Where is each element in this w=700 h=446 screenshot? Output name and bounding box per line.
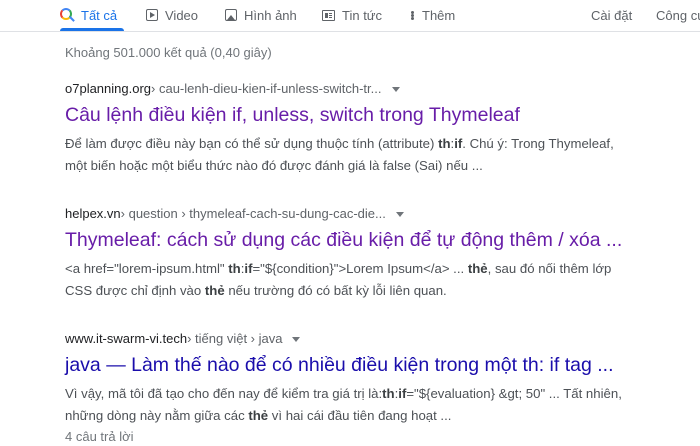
result-options-dropdown[interactable] bbox=[391, 86, 400, 92]
result-title-link[interactable]: Thymeleaf: cách sử dụng các điều kiện để… bbox=[65, 227, 700, 253]
result-path: › cau-lenh-dieu-kien-if-unless-switch-tr… bbox=[151, 81, 382, 96]
tab-all-label: Tất cả bbox=[81, 7, 118, 23]
tab-more-label: Thêm bbox=[422, 7, 456, 23]
tab-tools-label: Công cụ bbox=[656, 7, 700, 23]
image-icon bbox=[225, 9, 237, 21]
search-tab-bar: Tất cả Video Hình ảnh Tin tức Thêm Cài đ… bbox=[0, 0, 700, 32]
result-options-dropdown[interactable] bbox=[395, 211, 404, 217]
search-result: helpex.vn › question › thymeleaf-cach-su… bbox=[65, 205, 700, 302]
result-site: helpex.vn bbox=[65, 206, 121, 221]
snippet-highlight: th bbox=[438, 136, 451, 151]
tab-news-label: Tin tức bbox=[342, 7, 383, 23]
result-snippet: Vì vậy, mã tôi đã tạo cho đến nay để kiể… bbox=[65, 383, 700, 427]
result-site: www.it-swarm-vi.tech bbox=[65, 331, 188, 346]
snippet-line: một biến hoặc một biểu thức nào đó được … bbox=[65, 158, 483, 173]
tab-all[interactable]: Tất cả bbox=[60, 0, 124, 31]
more-vert-icon bbox=[411, 10, 415, 20]
result-title-link[interactable]: java — Làm thế nào để có nhiều điều kiện… bbox=[65, 352, 700, 378]
snippet-text: , sau đó nối thêm lớp bbox=[487, 261, 612, 276]
tab-more[interactable]: Thêm bbox=[411, 0, 455, 30]
result-site: o7planning.org bbox=[65, 81, 152, 96]
snippet-text: . Chú ý: Trong Thymeleaf, bbox=[462, 136, 614, 151]
snippet-highlight: th bbox=[228, 261, 241, 276]
tab-settings[interactable]: Cài đặt bbox=[591, 0, 632, 30]
snippet-text: CSS được chỉ định vào bbox=[65, 283, 205, 298]
snippet-text: Để làm được điều này bạn có thể sử dụng … bbox=[65, 136, 439, 151]
snippet-text: những dòng này nằm giữa các bbox=[65, 408, 249, 423]
tab-tools[interactable]: Công cụ bbox=[656, 0, 700, 30]
search-icon bbox=[60, 8, 75, 22]
result-path: › question › thymeleaf-cach-su-dung-cac-… bbox=[120, 206, 386, 221]
newspaper-icon bbox=[322, 9, 335, 21]
result-snippet: Để làm được điều này bạn có thể sử dụng … bbox=[65, 133, 700, 177]
result-url[interactable]: o7planning.org › cau-lenh-dieu-kien-if-u… bbox=[65, 80, 700, 98]
snippet-text: ="${condition}">Lorem Ipsum</a> ... bbox=[252, 261, 468, 276]
tab-images[interactable]: Hình ảnh bbox=[225, 0, 297, 30]
tab-video[interactable]: Video bbox=[146, 0, 198, 30]
snippet-text: Vì vậy, mã tôi đã tạo cho đến nay để kiể… bbox=[65, 386, 383, 401]
result-options-dropdown[interactable] bbox=[292, 336, 301, 342]
snippet-text: <a href="lorem-ipsum.html" bbox=[65, 261, 229, 276]
result-snippet: <a href="lorem-ipsum.html" th:if="${cond… bbox=[65, 258, 700, 302]
result-stats: Khoảng 501.000 kết quả (0,40 giây) bbox=[65, 45, 272, 60]
tab-images-label: Hình ảnh bbox=[244, 7, 297, 23]
snippet-highlight: thẻ bbox=[204, 283, 225, 298]
answer-count[interactable]: 4 câu trả lời bbox=[65, 428, 700, 446]
result-title-link[interactable]: Câu lệnh điều kiện if, unless, switch tr… bbox=[65, 102, 700, 128]
snippet-text: vì hai cái đầu tiên đang hoạt ... bbox=[268, 408, 452, 423]
tab-settings-label: Cài đặt bbox=[591, 7, 633, 23]
snippet-text: nếu trường đó có bất kỳ lỗi liên quan. bbox=[224, 283, 447, 298]
result-path: › tiếng việt › java bbox=[187, 331, 283, 346]
snippet-highlight: thẻ bbox=[467, 261, 488, 276]
result-url[interactable]: www.it-swarm-vi.tech › tiếng việt › java bbox=[65, 330, 700, 348]
snippet-text: ="${evaluation} &gt; 50" ... Tất nhiên, bbox=[406, 386, 622, 401]
snippet-highlight: thẻ bbox=[248, 408, 269, 423]
search-result: www.it-swarm-vi.tech › tiếng việt › java… bbox=[65, 330, 700, 446]
search-result: o7planning.org › cau-lenh-dieu-kien-if-u… bbox=[65, 80, 700, 177]
result-url[interactable]: helpex.vn › question › thymeleaf-cach-su… bbox=[65, 205, 700, 223]
search-results-page: Tất cả Video Hình ảnh Tin tức Thêm Cài đ… bbox=[0, 0, 700, 446]
play-icon bbox=[146, 9, 158, 21]
tab-news[interactable]: Tin tức bbox=[322, 0, 382, 30]
snippet-highlight: th bbox=[382, 386, 395, 401]
tab-video-label: Video bbox=[165, 7, 199, 23]
